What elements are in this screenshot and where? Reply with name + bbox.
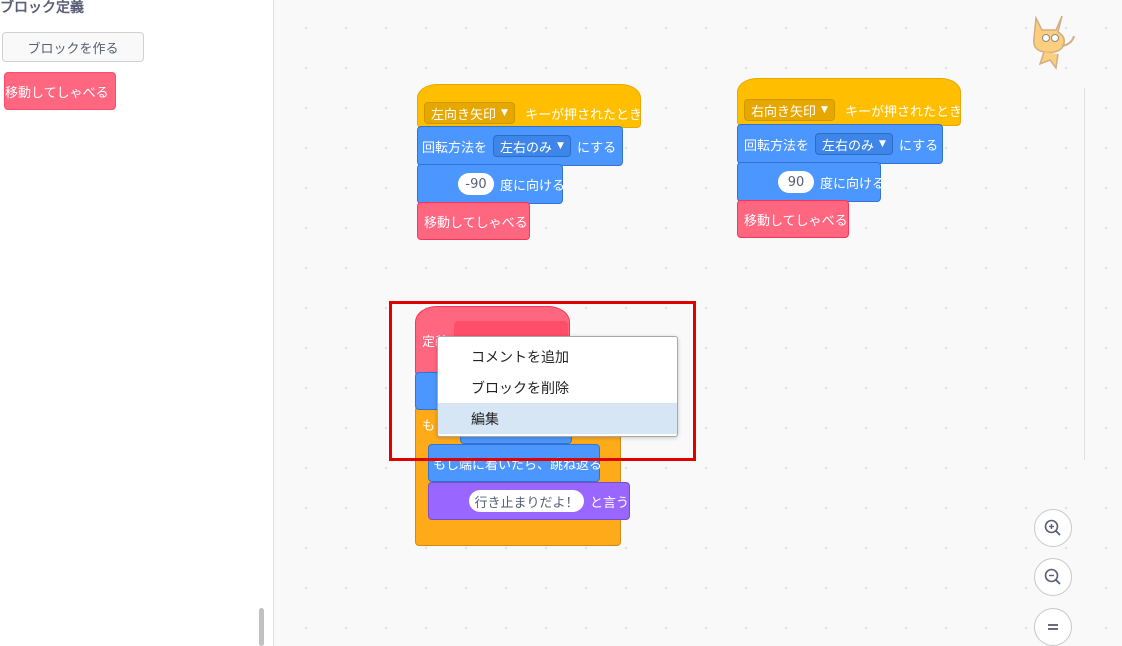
say-text-input[interactable]: 行き止まりだよ！ [469, 490, 584, 512]
when-key-pressed-block-right[interactable]: 右向き矢印 ▼ キーが押されたとき [737, 78, 962, 126]
rotation-prefix-label: 回転方法を [422, 140, 488, 156]
set-rotation-style-block-right[interactable]: 回転方法を 左右のみ ▼ にする [737, 124, 943, 164]
key-dropdown-value: 右向き矢印 [751, 104, 817, 120]
key-dropdown-value: 左向き矢印 [431, 107, 497, 123]
hat-label: キーが押されたとき [524, 107, 642, 123]
key-dropdown[interactable]: 右向き矢印 ▼ [744, 99, 835, 121]
chevron-down-icon: ▼ [821, 105, 828, 115]
make-block-button[interactable]: ブロックを作る [2, 32, 144, 62]
zoom-in-button[interactable] [1034, 509, 1072, 547]
block-palette: ブロック定義 ブロックを作る 移動してしゃべる [0, 0, 274, 646]
rotation-style-dropdown[interactable]: 左右のみ ▼ [815, 133, 893, 155]
palette-section-title: ブロック定義 [0, 0, 84, 16]
chevron-down-icon: ▼ [879, 139, 886, 149]
zoom-in-icon [1044, 519, 1061, 536]
rotation-prefix-label: 回転方法を [744, 138, 810, 154]
key-dropdown[interactable]: 左向き矢印 ▼ [424, 102, 515, 124]
direction-suffix-label: 度に向ける [820, 176, 886, 192]
say-block[interactable]: 行き止まりだよ！ と言う [428, 482, 630, 520]
rotation-style-value: 左右のみ [500, 140, 553, 156]
palette-scrollbar[interactable] [259, 608, 264, 646]
palette-custom-block[interactable]: 移動してしゃべる [4, 72, 116, 110]
sprite-cat-icon [1032, 15, 1075, 70]
zoom-reset-icon [1048, 624, 1058, 630]
chevron-down-icon: ▼ [501, 108, 508, 118]
say-suffix-label: と言う [589, 495, 629, 511]
context-menu: コメントを追加 ブロックを削除 編集 [437, 336, 678, 437]
zoom-reset-button[interactable] [1034, 608, 1072, 646]
rotation-suffix-label: にする [898, 138, 939, 154]
rotation-style-dropdown[interactable]: 左右のみ ▼ [493, 135, 571, 157]
chevron-down-icon: ▼ [557, 141, 564, 151]
zoom-out-icon [1044, 568, 1061, 585]
when-key-pressed-block-left[interactable]: 左向き矢印 ▼ キーが押されたとき [417, 84, 642, 128]
hat-label: キーが押されたとき [844, 104, 962, 120]
custom-call-block-right[interactable]: 移動してしゃべる [737, 200, 849, 238]
direction-input[interactable]: 90 [778, 171, 814, 193]
point-in-direction-block-left[interactable]: -90 度に向ける [417, 164, 566, 204]
direction-input[interactable]: -90 [458, 173, 494, 195]
rotation-style-value: 左右のみ [822, 138, 875, 154]
menu-item-delete-block[interactable]: ブロックを削除 [438, 372, 677, 403]
set-rotation-style-block-left[interactable]: 回転方法を 左右のみ ▼ にする [417, 126, 623, 166]
custom-call-block-left[interactable]: 移動してしゃべる [417, 202, 530, 240]
menu-item-edit[interactable]: 編集 [438, 403, 677, 434]
rotation-suffix-label: にする [576, 140, 617, 156]
point-in-direction-block-right[interactable]: 90 度に向ける [737, 162, 885, 202]
direction-suffix-label: 度に向ける [500, 178, 566, 194]
workspace-divider [1084, 88, 1085, 460]
menu-item-add-comment[interactable]: コメントを追加 [438, 341, 677, 372]
zoom-out-button[interactable] [1034, 558, 1072, 596]
